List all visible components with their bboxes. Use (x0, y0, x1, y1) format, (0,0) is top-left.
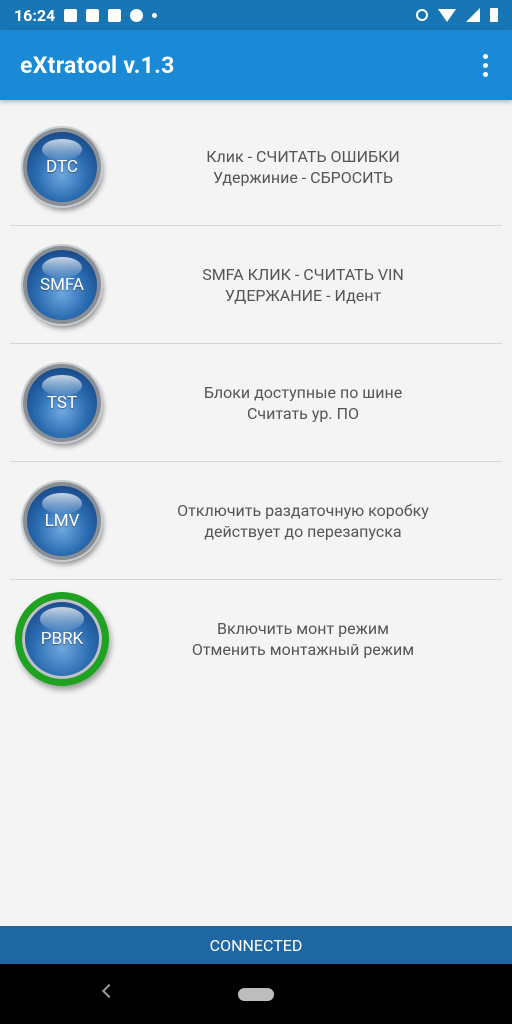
lmv-line2: действует до перезапуска (204, 521, 402, 541)
lmv-description: Отключить раздаточную коробку действует … (114, 500, 502, 542)
dtc-button-label: DTC (46, 156, 78, 177)
pbrk-description: Включить монт режим Отменить монтажный р… (114, 618, 502, 660)
pinterest-icon (130, 8, 144, 22)
tst-line2: Считать ур. ПО (246, 403, 359, 423)
image-icon (64, 8, 78, 22)
lmv-button-label: LMV (44, 510, 80, 531)
dtc-button[interactable]: DTC (23, 127, 101, 206)
pbrk-button-label: PBRK (40, 628, 84, 649)
app-bar: eXtratool v.1.3 (0, 30, 512, 100)
battery-icon (490, 8, 498, 22)
list-item-tst: TST Блоки доступные по шине Считать ур. … (10, 344, 502, 462)
signal-icon (466, 8, 480, 22)
dot-icon (152, 12, 158, 18)
home-pill-icon[interactable] (238, 988, 274, 1001)
smfa-button-label: SMFA (39, 274, 84, 295)
pbrk-button[interactable]: PBRK (15, 591, 109, 686)
app-title: eXtratool v.1.3 (20, 51, 175, 79)
tst-line1: Блоки доступные по шине (203, 382, 403, 402)
navigation-bar (0, 964, 512, 1024)
connection-status-text: CONNECTED (209, 935, 303, 955)
tst-button-label: TST (46, 392, 78, 413)
lmv-line1: Отключить раздаточную коробку (177, 500, 429, 520)
smfa-line2: УДЕРЖАНИЕ - Идент (224, 285, 382, 305)
alarm-icon (416, 9, 428, 21)
list-item-pbrk: PBRK Включить монт режим Отменить монтаж… (10, 580, 502, 697)
pbrk-line2: Отменить монтажный режим (191, 639, 415, 659)
status-time: 16:24 (14, 5, 56, 25)
tst-description: Блоки доступные по шине Считать ур. ПО (114, 382, 502, 424)
list-item-dtc: DTC Клик - СЧИТАТЬ ОШИБКИ Удержиние - СБ… (10, 108, 502, 226)
smfa-description: SMFA КЛИК - СЧИТАТЬ VIN УДЕРЖАНИЕ - Иден… (114, 264, 502, 306)
pbrk-line1: Включить монт режим (217, 618, 389, 638)
dtc-description: Клик - СЧИТАТЬ ОШИБКИ Удержиние - СБРОСИ… (114, 146, 502, 188)
wifi-icon (438, 8, 456, 22)
list-item-lmv: LMV Отключить раздаточную коробку действ… (10, 462, 502, 580)
action-list: DTC Клик - СЧИТАТЬ ОШИБКИ Удержиние - СБ… (10, 108, 502, 697)
lmv-button[interactable]: LMV (23, 481, 101, 560)
news-icon (86, 8, 100, 22)
list-item-smfa: SMFA SMFA КЛИК - СЧИТАТЬ VIN УДЕРЖАНИЕ -… (10, 226, 502, 344)
calendar-icon (108, 8, 122, 22)
smfa-button[interactable]: SMFA (23, 245, 101, 324)
dtc-line2: Удержиние - СБРОСИТЬ (212, 167, 394, 187)
more-vert-icon[interactable] (479, 50, 492, 81)
tst-button[interactable]: TST (23, 363, 101, 442)
connection-status-bar: CONNECTED (0, 926, 512, 964)
smfa-line1: SMFA КЛИК - СЧИТАТЬ VIN (202, 264, 404, 284)
dtc-line1: Клик - СЧИТАТЬ ОШИБКИ (206, 146, 400, 166)
back-icon[interactable] (101, 983, 117, 999)
status-bar: 16:24 (0, 0, 512, 30)
